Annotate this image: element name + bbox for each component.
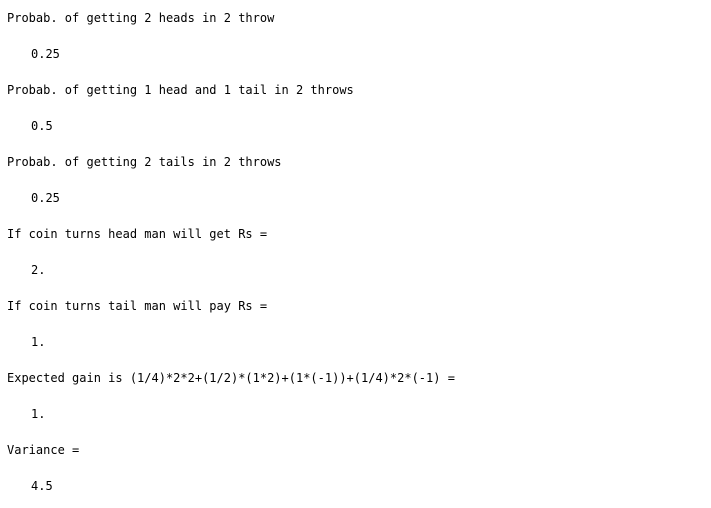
output-value-prob-two-tails: 0.25 bbox=[31, 191, 60, 205]
output-line-prob-two-tails: Probab. of getting 2 tails in 2 throws bbox=[7, 155, 282, 169]
output-line-prob-head-tail: Probab. of getting 1 head and 1 tail in … bbox=[7, 83, 354, 97]
output-line-head-gain: If coin turns head man will get Rs = bbox=[7, 227, 268, 241]
output-value-head-gain: 2. bbox=[31, 263, 46, 277]
console-output: Probab. of getting 2 heads in 2 throw 0.… bbox=[0, 0, 711, 508]
output-value-prob-two-heads: 0.25 bbox=[31, 47, 60, 61]
output-value-expected-gain: 1. bbox=[31, 407, 46, 421]
output-value-tail-pay: 1. bbox=[31, 335, 46, 349]
output-line-expected-gain: Expected gain is (1/4)*2*2+(1/2)*(1*2)+(… bbox=[7, 371, 455, 385]
output-line-tail-pay: If coin turns tail man will pay Rs = bbox=[7, 299, 268, 313]
output-line-variance: Variance = bbox=[7, 443, 80, 457]
output-value-variance: 4.5 bbox=[31, 479, 53, 493]
output-value-prob-head-tail: 0.5 bbox=[31, 119, 53, 133]
output-line-prob-two-heads: Probab. of getting 2 heads in 2 throw bbox=[7, 11, 275, 25]
